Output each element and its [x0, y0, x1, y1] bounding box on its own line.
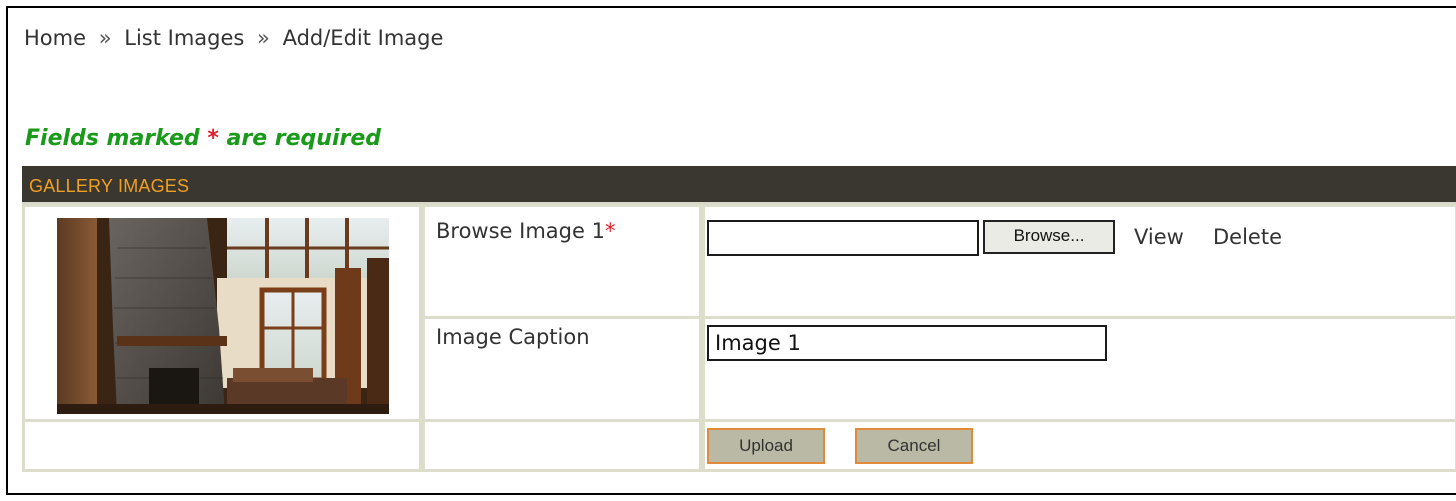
required-note-suffix: are required — [218, 126, 382, 151]
breadcrumb-home-link[interactable]: Home — [24, 26, 86, 50]
breadcrumb: Home » List Images » Add/Edit Image — [24, 26, 443, 50]
caption-input-cell: Image 1 — [702, 316, 1456, 422]
browse-input-cell: Browse... View Delete — [702, 204, 1456, 319]
page-frame: Home » List Images » Add/Edit Image Fiel… — [6, 6, 1456, 495]
breadcrumb-current-page: Add/Edit Image — [282, 26, 444, 50]
view-link[interactable]: View — [1134, 225, 1184, 249]
actions-cell: Upload Cancel — [702, 419, 1456, 472]
breadcrumb-list-images-link[interactable]: List Images — [124, 26, 244, 50]
image-caption-input[interactable]: Image 1 — [707, 325, 1107, 361]
required-star: * — [207, 126, 219, 151]
required-note-prefix: Fields marked — [25, 126, 208, 151]
caption-label-cell: Image Caption — [422, 316, 702, 422]
interior-photo-image — [57, 218, 389, 414]
image-thumbnail — [57, 218, 389, 414]
image-caption-label: Image Caption — [436, 325, 590, 349]
file-path-input[interactable] — [707, 220, 979, 256]
browse-image-label: Browse Image 1* — [436, 219, 615, 243]
actions-empty-cell-2 — [422, 419, 702, 472]
cancel-button[interactable]: Cancel — [855, 428, 973, 464]
required-star: * — [604, 219, 616, 243]
browse-button[interactable]: Browse... — [983, 220, 1115, 254]
delete-link[interactable]: Delete — [1213, 225, 1282, 249]
gallery-images-header: GALLERY IMAGES — [22, 166, 1456, 204]
required-fields-note: Fields marked * are required — [25, 126, 381, 151]
breadcrumb-separator: » — [257, 26, 270, 50]
browse-label-cell: Browse Image 1* — [422, 204, 702, 319]
breadcrumb-separator: » — [98, 26, 112, 50]
section-title: GALLERY IMAGES — [29, 176, 190, 196]
upload-button[interactable]: Upload — [707, 428, 825, 464]
actions-empty-cell-1 — [22, 419, 422, 472]
browse-image-label-text: Browse Image 1 — [436, 219, 605, 243]
gallery-form-table: Browse Image 1* Browse... View Delete Im… — [22, 204, 1456, 472]
image-preview-cell — [22, 204, 422, 422]
